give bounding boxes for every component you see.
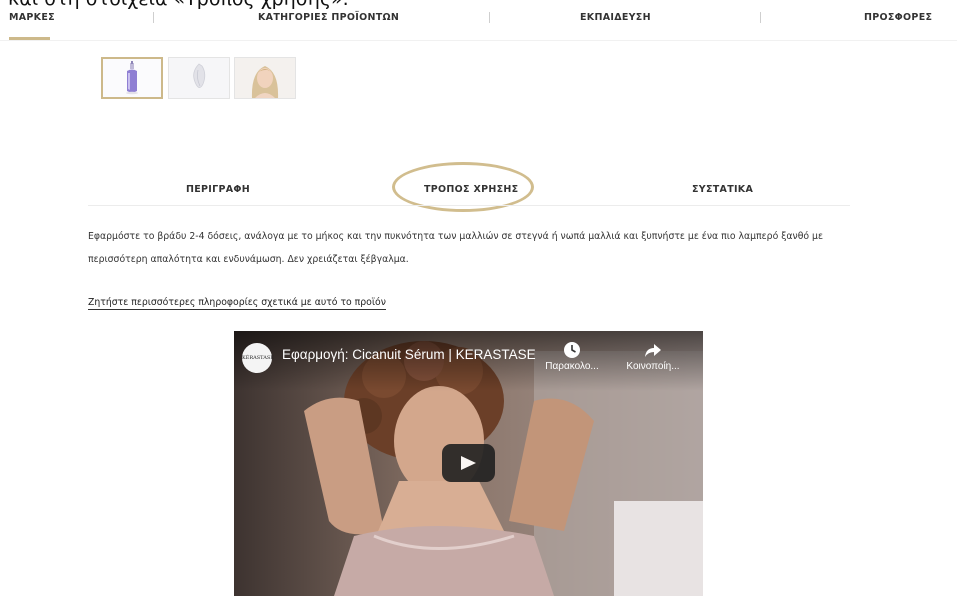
usage-description: Εφαρμόστε το βράδυ 2-4 δόσεις, ανάλογα μ… bbox=[88, 231, 823, 265]
tab-ingredients[interactable]: ΣΥΣΤΑΤΙΚΑ bbox=[692, 184, 753, 195]
share-arrow-icon bbox=[645, 344, 661, 357]
nav-item-categories[interactable]: ΚΑΤΗΓΟΡΙΕΣ ΠΡΟΪΟΝΤΩΝ bbox=[258, 12, 399, 23]
thumbnail-hair[interactable] bbox=[168, 57, 230, 99]
serum-bottle-icon bbox=[103, 59, 161, 97]
play-icon bbox=[461, 456, 476, 470]
clock-icon bbox=[564, 342, 580, 358]
nav-divider bbox=[0, 40, 957, 41]
thumbnail-serum[interactable] bbox=[101, 57, 163, 99]
nav-item-brands[interactable]: ΜΑΡΚΕΣ bbox=[9, 12, 55, 23]
video-title[interactable]: Εφαρμογή: Cicanuit Sérum | KERASTASE bbox=[282, 347, 536, 362]
model-portrait-icon bbox=[235, 58, 295, 98]
watch-later-label: Παρακολο... bbox=[545, 361, 599, 372]
nav-item-offers[interactable]: ΠΡΟΣΦΟΡΕΣ bbox=[864, 12, 932, 23]
share-label: Κοινοποίη... bbox=[626, 361, 680, 372]
tab-divider bbox=[88, 205, 850, 206]
more-info-link[interactable]: Ζητήστε περισσότερες πληροφορίες σχετικά… bbox=[88, 297, 386, 310]
thumbnail-model[interactable] bbox=[234, 57, 296, 99]
tab-usage[interactable]: ΤΡΟΠΟΣ ΧΡΗΣΗΣ bbox=[424, 184, 518, 195]
share-button[interactable]: Κοινοποίη... bbox=[620, 341, 686, 372]
video-player[interactable]: KÉRASTASE Εφαρμογή: Cicanuit Sérum | KER… bbox=[234, 331, 703, 596]
nav-separator bbox=[760, 12, 761, 23]
tab-description[interactable]: ΠΕΡΙΓΡΑΦΗ bbox=[186, 184, 250, 195]
hair-strand-icon bbox=[169, 58, 229, 98]
main-nav: ΜΑΡΚΕΣ ΚΑΤΗΓΟΡΙΕΣ ΠΡΟΪΟΝΤΩΝ ΕΚΠΑΙΔΕΥΣΗ Π… bbox=[0, 0, 957, 41]
nav-item-education[interactable]: ΕΚΠΑΙΔΕΥΣΗ bbox=[580, 12, 651, 23]
nav-separator bbox=[489, 12, 490, 23]
play-button[interactable] bbox=[442, 444, 495, 482]
watch-later-button[interactable]: Παρακολο... bbox=[539, 341, 605, 372]
channel-logo[interactable]: KÉRASTASE bbox=[242, 343, 274, 373]
nav-separator bbox=[153, 12, 154, 23]
